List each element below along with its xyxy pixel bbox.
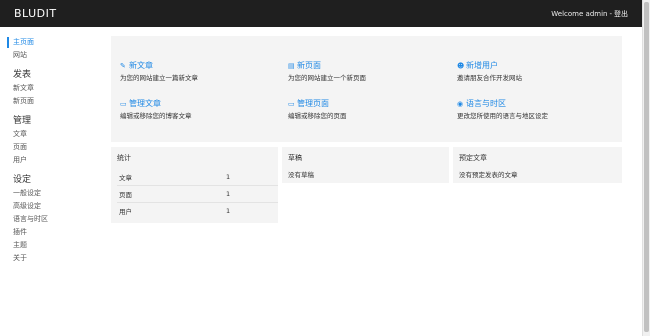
stats-panel: 统计 文章 1 页面 1 用户 1 (111, 147, 278, 223)
stats-value: 1 (224, 202, 278, 219)
globe-icon: ◉ (457, 100, 464, 108)
sidebar-item-themes[interactable]: 主题 (0, 239, 100, 252)
quick-action-title: 新页面 (297, 61, 321, 70)
user-add-icon: ☻ (457, 62, 465, 70)
manage-posts-link[interactable]: ▭ 管理文章 (120, 98, 270, 109)
stats-label: 页面 (117, 185, 224, 203)
pencil-icon: ✎ (120, 62, 126, 70)
quick-action-title: 新文章 (129, 61, 153, 70)
quick-action-title: 管理页面 (297, 99, 329, 108)
sidebar-item-general[interactable]: 一般设定 (0, 187, 100, 200)
sidebar-item-new-page[interactable]: 新页面 (0, 95, 100, 108)
add-user-link[interactable]: ☻ 新增用户 (457, 60, 607, 71)
quick-action-desc: 为您的网站建立一个新页面 (288, 74, 366, 82)
sidebar-item-advanced[interactable]: 高级设定 (0, 200, 100, 213)
sidebar-item-website[interactable]: 网站 (0, 49, 100, 62)
sidebar-item-posts[interactable]: 文章 (0, 128, 100, 141)
quick-action-desc: 邀请朋友合作开发网站 (457, 74, 522, 82)
sidebar-item-users[interactable]: 用户 (0, 154, 100, 167)
page-scrollbar[interactable] (642, 0, 650, 336)
scheduled-panel: 预定文章 没有预定发表的文章 (453, 147, 622, 183)
quick-action-desc: 编辑或移除您的页面 (288, 112, 347, 120)
stats-value: 1 (224, 185, 278, 203)
stats-table: 文章 1 页面 1 用户 1 (117, 169, 278, 219)
table-row: 文章 1 (117, 169, 278, 186)
folder-icon: ▭ (120, 100, 127, 108)
scheduled-title: 预定文章 (459, 154, 487, 162)
top-navbar: BLUDIT Welcome admin - 登出 (0, 0, 643, 27)
file-icon: ▤ (288, 62, 295, 70)
table-row: 用户 1 (117, 202, 278, 219)
quick-action-desc: 编辑或移除您的博客文章 (120, 112, 192, 120)
sidebar-item-about[interactable]: 关于 (0, 252, 100, 265)
quick-action-manage-pages: ▭ 管理页面 编辑或移除您的页面 (288, 98, 438, 121)
quick-action-desc: 更改您所使用的语言与地区设定 (457, 112, 548, 120)
quick-action-title: 语言与时区 (466, 99, 506, 108)
logout-link[interactable]: 登出 (614, 10, 628, 18)
scheduled-empty-text: 没有预定发表的文章 (459, 171, 518, 179)
quick-action-new-page: ▤ 新页面 为您的网站建立一个新页面 (288, 60, 438, 83)
welcome-text: Welcome admin (551, 10, 608, 18)
sidebar-heading-manage: 管理 (13, 116, 32, 126)
manage-pages-link[interactable]: ▭ 管理页面 (288, 98, 438, 109)
quick-action-add-user: ☻ 新增用户 邀请朋友合作开发网站 (457, 60, 607, 83)
sidebar-item-new-post[interactable]: 新文章 (0, 82, 100, 95)
quick-action-new-post: ✎ 新文章 为您的网站建立一篇新文章 (120, 60, 270, 83)
language-timezone-link[interactable]: ◉ 语言与时区 (457, 98, 607, 109)
stats-label: 用户 (117, 202, 224, 219)
welcome-area: Welcome admin - 登出 (551, 9, 628, 19)
table-row: 页面 1 (117, 185, 278, 203)
sidebar: 主页面 网站 发表 新文章 新页面 管理 文章 页面 用户 设定 一般设定 高级… (0, 36, 100, 265)
brand-logo[interactable]: BLUDIT (14, 7, 57, 20)
quick-action-manage-posts: ▭ 管理文章 编辑或移除您的博客文章 (120, 98, 270, 121)
stats-title: 统计 (117, 154, 131, 162)
sidebar-item-plugins[interactable]: 插件 (0, 226, 100, 239)
sidebar-heading-settings: 设定 (13, 175, 32, 185)
sidebar-item-dashboard[interactable]: 主页面 (0, 36, 100, 49)
new-page-link[interactable]: ▤ 新页面 (288, 60, 438, 71)
drafts-empty-text: 没有草稿 (288, 171, 314, 179)
drafts-panel: 草稿 没有草稿 (282, 147, 449, 183)
quick-actions-panel: ✎ 新文章 为您的网站建立一篇新文章 ▤ 新页面 为您的网站建立一个新页面 ☻ 新增用… (111, 36, 622, 142)
stats-value: 1 (226, 173, 231, 181)
quick-action-title: 管理文章 (129, 99, 161, 108)
sidebar-item-pages[interactable]: 页面 (0, 141, 100, 154)
quick-action-title: 新增用户 (466, 61, 498, 70)
sidebar-item-language[interactable]: 语言与时区 (0, 213, 100, 226)
stats-label: 文章 (119, 174, 132, 182)
sidebar-heading-publish: 发表 (13, 70, 32, 80)
welcome-separator: - (609, 10, 612, 18)
scrollbar-thumb[interactable] (644, 2, 649, 332)
quick-action-language: ◉ 语言与时区 更改您所使用的语言与地区设定 (457, 98, 607, 121)
folder-icon: ▭ (288, 100, 295, 108)
new-post-link[interactable]: ✎ 新文章 (120, 60, 270, 71)
drafts-title: 草稿 (288, 154, 302, 162)
quick-action-desc: 为您的网站建立一篇新文章 (120, 74, 198, 82)
